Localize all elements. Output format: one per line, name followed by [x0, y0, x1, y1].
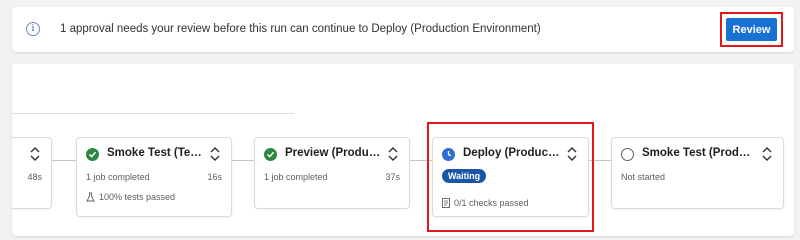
expand-collapse-icon[interactable]	[565, 146, 579, 162]
stage-duration: 48s	[27, 172, 42, 182]
expand-collapse-icon[interactable]	[28, 146, 42, 162]
expand-collapse-icon[interactable]	[208, 146, 222, 162]
success-check-icon	[264, 148, 277, 161]
panel-divider	[12, 113, 294, 114]
tests-passed-text: 100% tests passed	[99, 192, 176, 202]
stage-title: Smoke Test (Producti...	[642, 147, 752, 159]
pipeline-stages-panel: 48s Smoke Test (Test Envi... 1 job compl…	[12, 64, 794, 236]
checks-passed-text: 0/1 checks passed	[454, 198, 529, 208]
success-check-icon	[86, 148, 99, 161]
review-button[interactable]: Review	[726, 18, 777, 41]
stage-card-smoke-test-production[interactable]: Smoke Test (Producti... Not started	[611, 137, 784, 209]
stage-status-text: Not started	[621, 172, 666, 182]
stage-connector	[52, 160, 76, 161]
clock-icon	[442, 148, 455, 161]
stage-duration: 16s	[207, 172, 222, 182]
status-badge-waiting: Waiting	[442, 169, 487, 183]
flask-icon	[86, 192, 95, 202]
info-icon: i	[26, 22, 40, 36]
tests-passed-line: 100% tests passed	[86, 192, 175, 202]
review-button-highlight: Review	[720, 12, 783, 47]
stage-card-preview-production[interactable]: Preview (Production ... 1 job completed …	[254, 137, 410, 209]
stage-connector	[410, 160, 432, 161]
stage-title: Smoke Test (Test Envi...	[107, 147, 207, 159]
stage-card-previous[interactable]: 48s	[12, 137, 52, 209]
stage-title: Deploy (Production E...	[463, 147, 563, 159]
checks-status-line: 0/1 checks passed	[442, 198, 529, 208]
not-started-circle-icon	[621, 148, 634, 161]
stage-jobs-status: 1 job completed	[264, 172, 328, 182]
banner-message: 1 approval needs your review before this…	[60, 23, 541, 35]
stage-card-deploy-production[interactable]: Deploy (Production E... Waiting 0/1 chec…	[432, 137, 589, 217]
stage-card-smoke-test-test[interactable]: Smoke Test (Test Envi... 1 job completed…	[76, 137, 232, 217]
stage-connector	[232, 160, 254, 161]
checklist-icon	[442, 198, 450, 208]
stage-duration: 37s	[385, 172, 400, 182]
expand-collapse-icon[interactable]	[760, 146, 774, 162]
approval-banner: i 1 approval needs your review before th…	[12, 7, 794, 52]
stage-jobs-status: 1 job completed	[86, 172, 150, 182]
stage-connector	[589, 160, 611, 161]
expand-collapse-icon[interactable]	[386, 146, 400, 162]
stage-title: Preview (Production ...	[285, 147, 385, 159]
